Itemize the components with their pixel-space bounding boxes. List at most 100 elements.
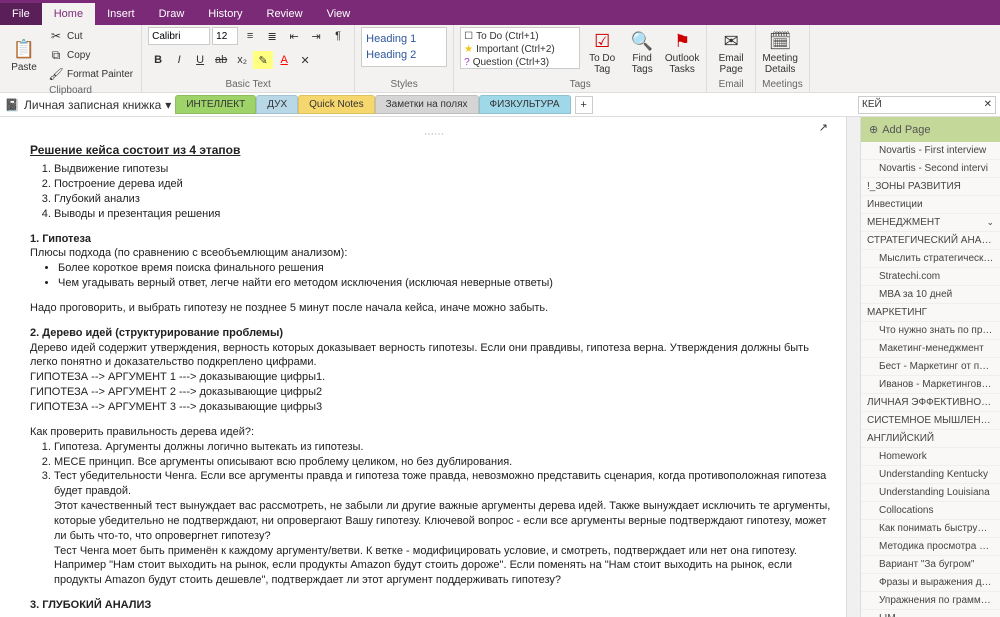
- close-icon[interactable]: ✕: [984, 99, 992, 110]
- email-page-button[interactable]: ✉Email Page: [713, 27, 749, 77]
- add-section-button[interactable]: +: [575, 96, 593, 114]
- page-list-item[interactable]: Упражнения по граммати: [861, 592, 1000, 610]
- page-list-item[interactable]: Инвестиции: [861, 196, 1000, 214]
- font-color-button[interactable]: A: [274, 51, 294, 69]
- clipboard-label: Clipboard: [6, 83, 135, 98]
- page-list-item[interactable]: МАРКЕТИНГ: [861, 304, 1000, 322]
- subscript-button[interactable]: x₂: [232, 51, 252, 69]
- meetings-label: Meetings: [762, 77, 803, 92]
- page-list-item[interactable]: Understanding Kentucky: [861, 466, 1000, 484]
- page-list-item[interactable]: Novartis - Second intervi: [861, 160, 1000, 178]
- menu-home[interactable]: Home: [42, 3, 95, 25]
- page-scrollbar[interactable]: [846, 117, 860, 617]
- group-basic-text: ≡ ≣ ⇤ ⇥ ¶ B I U ab x₂ ✎ A ✕ Basic Text: [142, 25, 355, 92]
- tags-gallery[interactable]: ☐To Do (Ctrl+1) ★Important (Ctrl+2) ?Que…: [460, 27, 580, 69]
- page-list-item[interactable]: Мыслить стратегически Н: [861, 250, 1000, 268]
- page-list-item[interactable]: LIM: [861, 610, 1000, 617]
- note-content[interactable]: Решение кейса состоит из 4 этапов Выдвиж…: [30, 142, 838, 613]
- indent-button[interactable]: ⇥: [306, 27, 326, 45]
- page-title: Решение кейса состоит из 4 этапов: [30, 142, 838, 158]
- notebook-bar: 📓 Личная записная книжка▾ ИНТЕЛЛЕКТ ДУХ …: [0, 93, 1000, 117]
- italic-button[interactable]: I: [169, 51, 189, 69]
- page-list-item[interactable]: Homework: [861, 448, 1000, 466]
- steps-list: Выдвижение гипотезы Построение дерева ид…: [54, 162, 838, 221]
- highlight-button[interactable]: ✎: [253, 51, 273, 69]
- brush-icon: 🖌: [48, 66, 64, 82]
- page-list-item[interactable]: !_ЗОНЫ РАЗВИТИЯ: [861, 178, 1000, 196]
- copy-icon: ⧉: [48, 47, 64, 63]
- menu-view[interactable]: View: [315, 3, 363, 25]
- clear-format-button[interactable]: ✕: [295, 51, 315, 69]
- page-canvas[interactable]: ⋯⋯ ↗ Решение кейса состоит из 4 этапов В…: [0, 117, 846, 617]
- notebook-icon[interactable]: 📓: [4, 97, 20, 113]
- menu-insert[interactable]: Insert: [95, 3, 147, 25]
- page-list-item[interactable]: Как понимать быструю ре: [861, 520, 1000, 538]
- underline-button[interactable]: U: [190, 51, 210, 69]
- checkbox-icon: ☑: [590, 29, 614, 53]
- styles-gallery[interactable]: Heading 1 Heading 2: [361, 27, 447, 67]
- meeting-icon: 🗓: [768, 29, 792, 53]
- email-icon: ✉: [719, 29, 743, 53]
- section-tab-2[interactable]: Quick Notes: [298, 95, 374, 114]
- add-page-button[interactable]: ⊕Add Page: [861, 117, 1000, 142]
- group-styles: Heading 1 Heading 2 Styles: [355, 25, 454, 92]
- tag-todo: ☐To Do (Ctrl+1): [463, 30, 577, 43]
- menu-draw[interactable]: Draw: [147, 3, 197, 25]
- bullets-button[interactable]: ≡: [240, 27, 260, 45]
- section-tab-4[interactable]: ФИЗКУЛЬТУРА: [479, 95, 571, 114]
- flag-icon: ⚑: [670, 29, 694, 53]
- section-tab-0[interactable]: ИНТЕЛЛЕКТ: [175, 95, 256, 114]
- outlook-tasks-button[interactable]: ⚑Outlook Tasks: [664, 27, 700, 77]
- numbering-button[interactable]: ≣: [262, 27, 282, 45]
- notebook-title[interactable]: Личная записная книжка▾: [24, 98, 171, 112]
- drag-handle[interactable]: ⋯⋯: [30, 127, 838, 142]
- section-tab-1[interactable]: ДУХ: [256, 95, 298, 114]
- page-list-item[interactable]: АНГЛИЙСКИЙ: [861, 430, 1000, 448]
- page-list-item[interactable]: Stratechi.com: [861, 268, 1000, 286]
- menu-review[interactable]: Review: [255, 3, 315, 25]
- cut-icon: ✂: [48, 28, 64, 44]
- page-list-item[interactable]: Novartis - First interview: [861, 142, 1000, 160]
- plus-icon: ⊕: [869, 123, 878, 136]
- format-painter-button[interactable]: 🖌Format Painter: [46, 65, 135, 83]
- copy-button[interactable]: ⧉Copy: [46, 46, 135, 64]
- page-list-item[interactable]: Collocations: [861, 502, 1000, 520]
- page-list-item[interactable]: Understanding Louisiana: [861, 484, 1000, 502]
- page-list-item[interactable]: СТРАТЕГИЧЕСКИЙ АНАЛИЗ: [861, 232, 1000, 250]
- page-list-item[interactable]: Фразы и выражения для з: [861, 574, 1000, 592]
- page-list-item[interactable]: Бест - Маркетинг от потре: [861, 358, 1000, 376]
- outdent-button[interactable]: ⇤: [284, 27, 304, 45]
- align-button[interactable]: ¶: [328, 27, 348, 45]
- page-list-item[interactable]: Что нужно знать по проду: [861, 322, 1000, 340]
- cut-button[interactable]: ✂Cut: [46, 27, 135, 45]
- section-tab-3[interactable]: Заметки на полях: [375, 95, 479, 114]
- group-tags: ☐To Do (Ctrl+1) ★Important (Ctrl+2) ?Que…: [454, 25, 707, 92]
- page-list-item[interactable]: MBA за 10 дней: [861, 286, 1000, 304]
- bold-button[interactable]: B: [148, 51, 168, 69]
- group-clipboard: 📋 Paste ✂Cut ⧉Copy 🖌Format Painter Clipb…: [0, 25, 142, 92]
- find-tags-button[interactable]: 🔍Find Tags: [624, 27, 660, 77]
- todo-tag-button[interactable]: ☑To Do Tag: [584, 27, 620, 77]
- style-heading2: Heading 2: [366, 49, 442, 61]
- font-name-select[interactable]: [148, 27, 210, 45]
- page-list-item[interactable]: Вариант "За бугром": [861, 556, 1000, 574]
- font-size-select[interactable]: [212, 27, 238, 45]
- strike-button[interactable]: ab: [211, 51, 231, 69]
- page-list-item[interactable]: Методика просмотра c cy: [861, 538, 1000, 556]
- menu-history[interactable]: History: [196, 3, 254, 25]
- paste-button[interactable]: 📋 Paste: [6, 27, 42, 83]
- section-tabs: ИНТЕЛЛЕКТ ДУХ Quick Notes Заметки на пол…: [175, 95, 854, 114]
- popout-button[interactable]: ↗: [819, 121, 828, 134]
- page-list-item[interactable]: Иванов - Маркетинговый: [861, 376, 1000, 394]
- meeting-details-button[interactable]: 🗓Meeting Details: [762, 27, 798, 77]
- basic-text-label: Basic Text: [148, 77, 348, 92]
- page-list-item[interactable]: СИСТЕМНОЕ МЫШЛЕНИЕ: [861, 412, 1000, 430]
- menu-file[interactable]: File: [0, 3, 42, 25]
- style-heading1: Heading 1: [366, 33, 442, 45]
- ribbon: 📋 Paste ✂Cut ⧉Copy 🖌Format Painter Clipb…: [0, 25, 1000, 93]
- page-list-item[interactable]: МЕНЕДЖМЕНТ⌄: [861, 214, 1000, 232]
- search-input[interactable]: КЕЙ ✕: [858, 96, 996, 114]
- page-list-item[interactable]: Макетинг-менеджмент: [861, 340, 1000, 358]
- paste-icon: 📋: [12, 38, 36, 62]
- page-list-item[interactable]: ЛИЧНАЯ ЭФФЕКТИВНОСТЬ: [861, 394, 1000, 412]
